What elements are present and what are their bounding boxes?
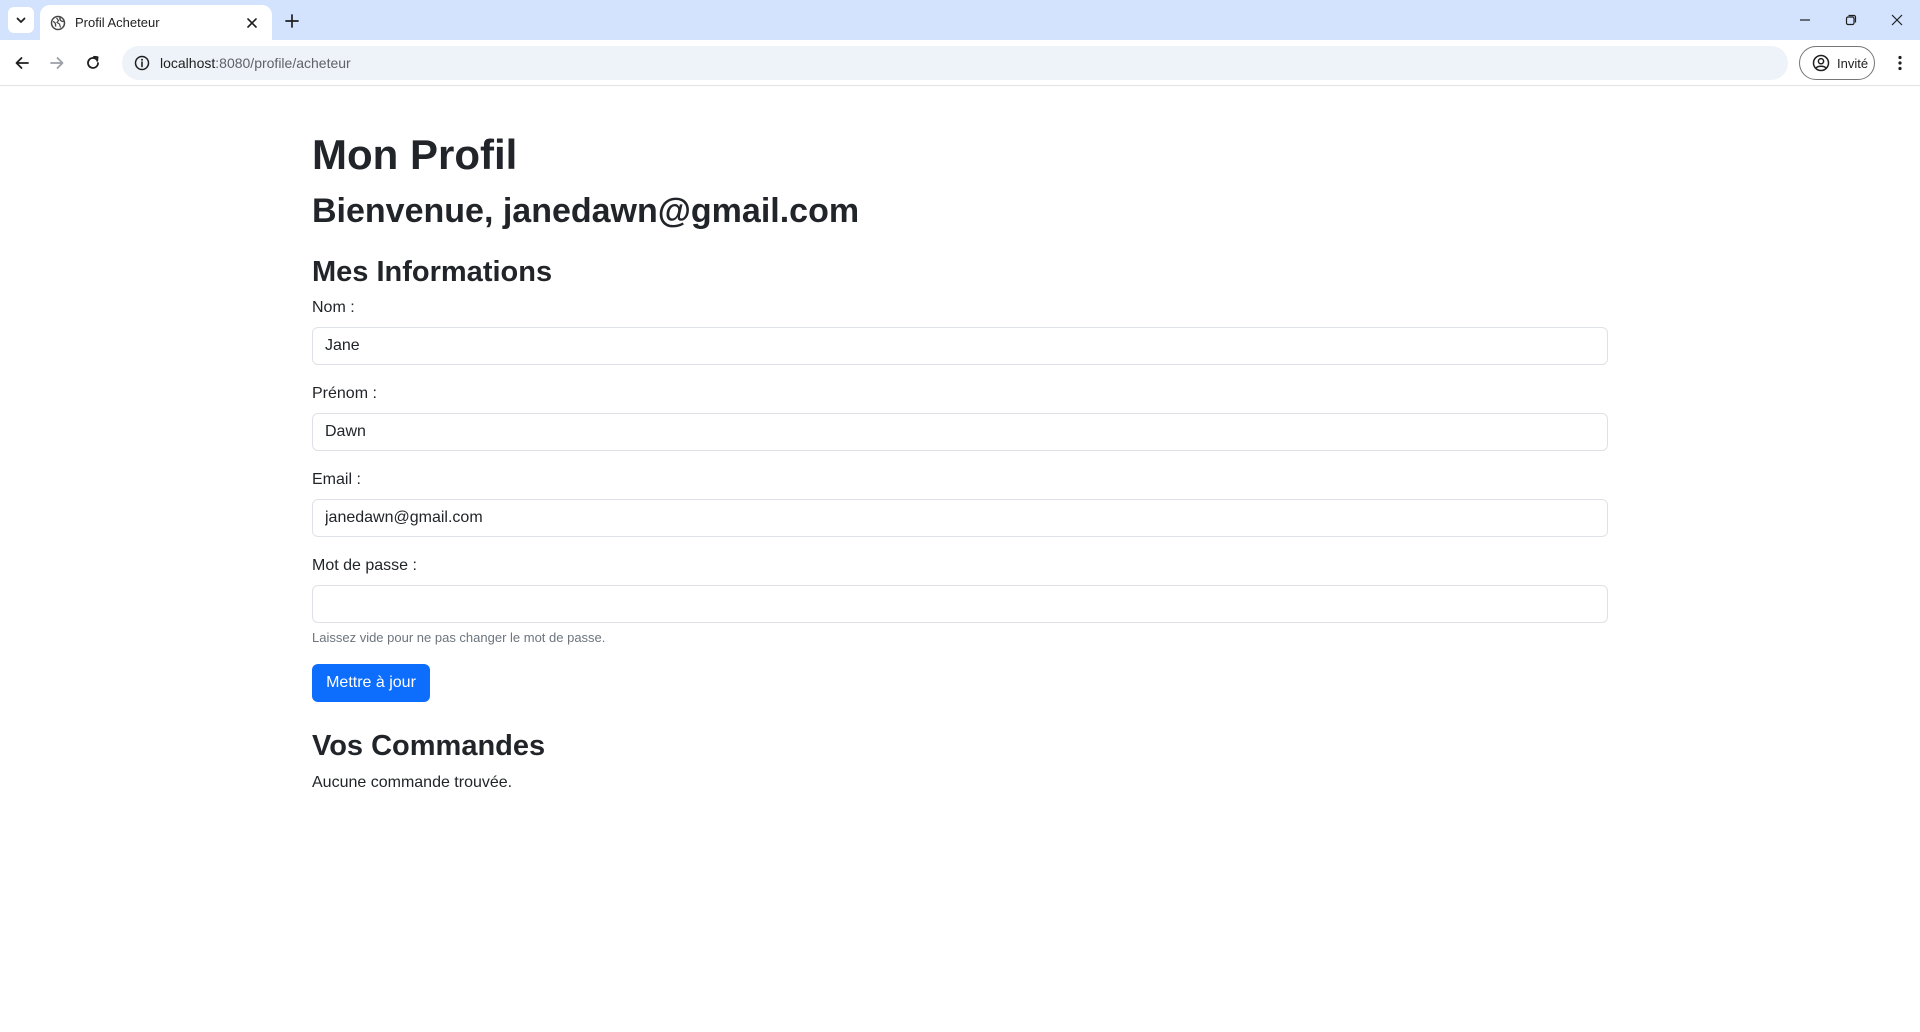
url-text: localhost:8080/profile/acheteur [160, 55, 351, 71]
profile-button[interactable]: Invité [1799, 46, 1875, 80]
orders-empty-message: Aucune commande trouvée. [312, 774, 513, 791]
chevron-down-icon [16, 17, 26, 23]
plus-icon [285, 14, 299, 28]
info-icon[interactable] [130, 51, 154, 75]
prenom-label: Prénom : [312, 385, 377, 402]
new-tab-button[interactable] [280, 9, 304, 33]
minimize-icon [1800, 19, 1810, 21]
nom-label: Nom : [312, 299, 355, 316]
email-input[interactable] [312, 499, 1608, 537]
browser-toolbar: localhost:8080/profile/acheteur Invité [0, 40, 1920, 86]
arrow-left-icon [15, 57, 29, 69]
url-path: :8080/profile/acheteur [215, 55, 351, 71]
account-circle-icon [1812, 54, 1830, 72]
restore-button[interactable] [1828, 0, 1874, 40]
close-window-button[interactable] [1874, 0, 1920, 40]
address-bar[interactable]: localhost:8080/profile/acheteur [122, 46, 1788, 80]
back-button[interactable] [6, 47, 38, 79]
update-button[interactable]: Mettre à jour [312, 664, 430, 702]
password-label: Mot de passe : [312, 557, 417, 574]
browser-menu-button[interactable] [1884, 47, 1916, 79]
tab-profil-acheteur[interactable]: Profil Acheteur [40, 5, 272, 40]
reload-button[interactable] [77, 47, 109, 79]
close-icon [1891, 14, 1903, 26]
email-label: Email : [312, 471, 361, 488]
nom-input[interactable] [312, 327, 1608, 365]
orders-section-heading: Vos Commandes [312, 730, 546, 762]
close-icon [247, 17, 257, 28]
restore-icon [1845, 14, 1857, 26]
tab-strip: Profil Acheteur [0, 0, 1920, 40]
minimize-button[interactable] [1782, 0, 1828, 40]
tab-title: Profil Acheteur [75, 15, 160, 30]
url-host: localhost [160, 55, 216, 71]
tab-search-button[interactable] [8, 7, 34, 33]
password-help-text: Laissez vide pour ne pas changer le mot … [312, 630, 606, 645]
profile-label: Invité [1837, 55, 1869, 71]
reload-icon [87, 55, 99, 69]
password-input[interactable] [312, 585, 1608, 623]
globe-icon [50, 15, 66, 31]
forward-button[interactable] [41, 47, 73, 79]
arrow-right-icon [50, 57, 64, 69]
info-section-heading: Mes Informations [312, 256, 553, 288]
prenom-input[interactable] [312, 413, 1608, 451]
tab-close-button[interactable] [242, 13, 262, 33]
page-title: Mon Profil [312, 131, 518, 178]
kebab-menu-icon [1898, 55, 1902, 71]
welcome-heading: Bienvenue, janedawn@gmail.com [312, 192, 860, 230]
